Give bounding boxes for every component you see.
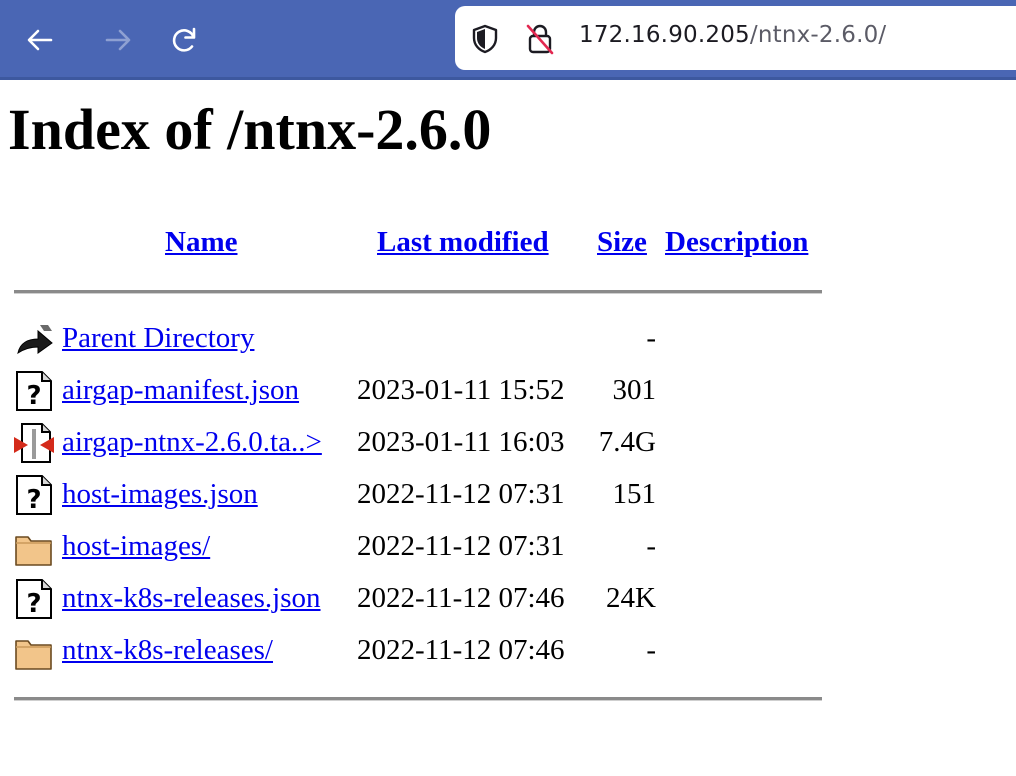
list-item: airgap-ntnx-2.6.0.ta..> 2023-01-11 16:03… bbox=[0, 417, 1016, 469]
file-size: 24K bbox=[606, 582, 656, 614]
back-arrow-icon bbox=[27, 29, 53, 51]
modified-date: 2022-11-12 07:31 bbox=[357, 530, 565, 562]
back-button[interactable] bbox=[20, 20, 60, 60]
file-size: - bbox=[646, 322, 656, 354]
list-item: ? host-images.json 2022-11-12 07:31 151 bbox=[0, 469, 1016, 521]
modified-date: 2022-11-12 07:31 bbox=[357, 478, 565, 510]
file-link[interactable]: host-images/ bbox=[62, 530, 210, 562]
file-link[interactable]: airgap-manifest.json bbox=[62, 374, 299, 406]
forward-arrow-icon bbox=[105, 29, 131, 51]
column-header-last-modified[interactable]: Last modified bbox=[377, 226, 549, 258]
browser-toolbar: 172.16.90.205/ntnx-2.6.0/ bbox=[0, 0, 1016, 80]
file-size: 7.4G bbox=[598, 426, 656, 458]
file-link[interactable]: airgap-ntnx-2.6.0.ta..> bbox=[62, 426, 322, 458]
file-link[interactable]: host-images.json bbox=[62, 478, 258, 510]
url-text[interactable]: 172.16.90.205/ntnx-2.6.0/ bbox=[579, 22, 886, 48]
file-link[interactable]: Parent Directory bbox=[62, 322, 254, 354]
file-size: 151 bbox=[612, 478, 657, 510]
toolbar-divider bbox=[0, 77, 1016, 80]
horizontal-rule-top bbox=[14, 290, 822, 294]
file-size: - bbox=[646, 530, 656, 562]
list-item: ? airgap-manifest.json 2023-01-11 15:52 … bbox=[0, 365, 1016, 417]
insecure-lock-icon[interactable] bbox=[525, 23, 555, 55]
svg-text:?: ? bbox=[26, 589, 41, 619]
svg-text:?: ? bbox=[26, 485, 41, 515]
page-title: Index of /ntnx-2.6.0 bbox=[8, 97, 492, 162]
list-item: host-images/ 2022-11-12 07:31 - bbox=[0, 521, 1016, 573]
list-item: Parent Directory - bbox=[0, 313, 1016, 365]
modified-date: 2023-01-11 15:52 bbox=[357, 374, 565, 406]
unknown-file-icon: ? bbox=[16, 475, 52, 515]
reload-button[interactable] bbox=[164, 20, 204, 60]
modified-date: 2023-01-11 16:03 bbox=[357, 426, 565, 458]
svg-text:?: ? bbox=[26, 381, 41, 411]
unknown-file-icon: ? bbox=[16, 371, 52, 411]
forward-button[interactable] bbox=[98, 20, 138, 60]
horizontal-rule-bottom bbox=[14, 697, 822, 701]
folder-icon bbox=[15, 536, 52, 566]
file-link[interactable]: ntnx-k8s-releases/ bbox=[62, 634, 273, 666]
file-size: - bbox=[646, 634, 656, 666]
archive-file-icon bbox=[14, 423, 54, 463]
list-item: ntnx-k8s-releases/ 2022-11-12 07:46 - bbox=[0, 625, 1016, 677]
url-path: /ntnx-2.6.0/ bbox=[749, 22, 887, 48]
list-item: ? ntnx-k8s-releases.json 2022-11-12 07:4… bbox=[0, 573, 1016, 625]
reload-icon bbox=[172, 27, 196, 52]
folder-icon bbox=[15, 640, 52, 670]
modified-date: 2022-11-12 07:46 bbox=[357, 634, 565, 666]
file-size: 301 bbox=[612, 374, 657, 406]
file-link[interactable]: ntnx-k8s-releases.json bbox=[62, 582, 321, 614]
url-host: 172.16.90.205 bbox=[579, 22, 750, 48]
shield-icon[interactable] bbox=[471, 24, 499, 54]
column-header-name[interactable]: Name bbox=[165, 226, 237, 258]
column-header-description[interactable]: Description bbox=[665, 226, 808, 258]
back-arrow-icon bbox=[17, 325, 53, 355]
column-header-size[interactable]: Size bbox=[597, 226, 647, 258]
url-bar[interactable]: 172.16.90.205/ntnx-2.6.0/ bbox=[455, 6, 1016, 70]
modified-date: 2022-11-12 07:46 bbox=[357, 582, 565, 614]
unknown-file-icon: ? bbox=[16, 579, 52, 619]
